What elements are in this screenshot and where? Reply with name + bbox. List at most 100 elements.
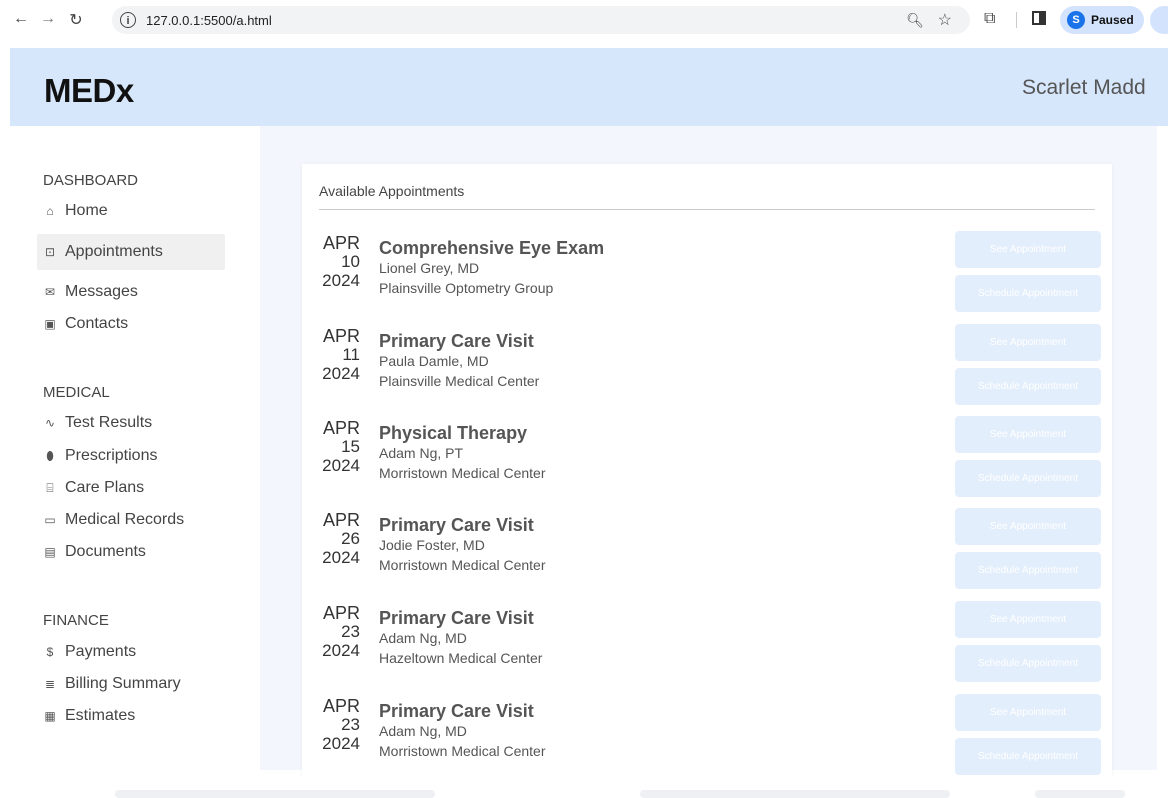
- date-year: 2024: [322, 364, 360, 383]
- appointment-date: APR 11 2024: [310, 326, 360, 384]
- appointment-row: APR 10 2024 Comprehensive Eye Exam Lione…: [302, 231, 1112, 323]
- sidebar-item-test-results[interactable]: ∿ Test Results: [43, 414, 152, 432]
- page-gutter: [1157, 126, 1168, 770]
- toolbar-divider: [1016, 12, 1017, 28]
- browser-menu-button[interactable]: [1150, 6, 1168, 34]
- pulse-icon: ∿: [44, 416, 56, 430]
- appointment-title: Comprehensive Eye Exam: [379, 238, 605, 258]
- sidebar-item-label: Payments: [65, 643, 137, 660]
- page-footer: [10, 776, 1168, 798]
- schedule-appointment-button[interactable]: Schedule Appointment: [955, 460, 1101, 497]
- appointment-title: Primary Care Visit: [379, 331, 534, 351]
- date-year: 2024: [322, 734, 360, 753]
- appointment-title: Physical Therapy: [379, 423, 528, 443]
- schedule-appointment-button[interactable]: Schedule Appointment: [955, 738, 1101, 775]
- see-appointment-button[interactable]: See Appointment: [955, 694, 1101, 731]
- date-day: 23: [341, 715, 360, 734]
- pill-icon: ⬮: [46, 448, 54, 463]
- appointment-location: Plainsville Medical Center: [379, 373, 540, 389]
- home-icon: ⌂: [46, 204, 54, 218]
- appointment-location: Morristown Medical Center: [379, 743, 546, 759]
- card-divider: [319, 209, 1095, 210]
- schedule-appointment-button[interactable]: Schedule Appointment: [955, 645, 1101, 682]
- sidebar-item-care-plans[interactable]: ⌸ Care Plans: [43, 479, 144, 497]
- sidebar-item-documents[interactable]: ▤ Documents: [43, 543, 146, 561]
- sidebar-item-messages[interactable]: ✉ Messages: [43, 283, 138, 301]
- appointment-date: APR 10 2024: [310, 233, 360, 291]
- sidebar-item-payments[interactable]: $ Payments: [43, 643, 136, 661]
- date-month: APR: [322, 510, 360, 530]
- appointment-location: Hazeltown Medical Center: [379, 650, 543, 666]
- sidebar-item-label: Appointments: [65, 243, 163, 260]
- schedule-appointment-button[interactable]: Schedule Appointment: [955, 368, 1101, 405]
- appointment-row: APR 23 2024 Primary Care Visit Adam Ng, …: [302, 694, 1112, 786]
- folder-icon: ▭: [44, 513, 56, 527]
- address-url[interactable]: 127.0.0.1:5500/a.html: [146, 13, 272, 28]
- user-name[interactable]: Scarlet Madd: [1022, 76, 1146, 100]
- sidebar-item-label: Billing Summary: [65, 675, 181, 692]
- appointment-doctor: Adam Ng, MD: [379, 723, 467, 739]
- sidebar-item-label: Medical Records: [65, 511, 185, 528]
- appointment-title: Primary Care Visit: [379, 701, 534, 721]
- date-month: APR: [322, 418, 360, 438]
- profile-avatar: S: [1067, 11, 1085, 29]
- sidebar-item-medical-records[interactable]: ▭ Medical Records: [43, 511, 184, 529]
- app-header: MEDx Scarlet Madd: [10, 48, 1168, 126]
- back-arrow-icon[interactable]: ←: [10, 10, 32, 28]
- sidebar-item-appointments[interactable]: ⊡ Appointments: [37, 234, 225, 270]
- profile-status: Paused: [1091, 13, 1134, 27]
- zoom-icon[interactable]: 🔍︎: [906, 12, 924, 29]
- forward-arrow-icon[interactable]: →: [37, 10, 59, 28]
- sidebar-item-home[interactable]: ⌂ Home: [43, 202, 107, 220]
- appointment-doctor: Lionel Grey, MD: [379, 260, 480, 276]
- calendar-icon: ⊡: [44, 245, 56, 259]
- date-day: 11: [342, 345, 360, 364]
- see-appointment-button[interactable]: See Appointment: [955, 416, 1101, 453]
- appointment-date: APR 26 2024: [310, 510, 360, 568]
- see-appointment-button[interactable]: See Appointment: [955, 231, 1101, 268]
- document-icon: ▤: [44, 545, 56, 559]
- extensions-icon[interactable]: ⧉: [984, 10, 995, 28]
- address-bar[interactable]: i 127.0.0.1:5500/a.html 🔍︎ ☆: [112, 6, 970, 34]
- sidebar-item-estimates[interactable]: ▦ Estimates: [43, 707, 135, 725]
- schedule-appointment-button[interactable]: Schedule Appointment: [955, 552, 1101, 589]
- date-month: APR: [322, 696, 360, 716]
- see-appointment-button[interactable]: See Appointment: [955, 324, 1101, 361]
- calculator-icon: ▦: [44, 709, 56, 723]
- schedule-appointment-button[interactable]: Schedule Appointment: [955, 275, 1101, 312]
- footer-bar: [1035, 790, 1125, 798]
- date-day: 15: [341, 437, 360, 456]
- profile-button[interactable]: S Paused: [1060, 6, 1144, 34]
- footer-bar: [115, 790, 435, 798]
- reload-icon[interactable]: ↻: [65, 10, 87, 30]
- sidebar-item-label: Care Plans: [65, 479, 145, 496]
- bookmark-star-icon[interactable]: ☆: [938, 10, 952, 30]
- main-content: Available Appointments APR 10 2024 Compr…: [260, 126, 1157, 784]
- date-month: APR: [322, 326, 360, 346]
- appointment-location: Morristown Medical Center: [379, 557, 546, 573]
- see-appointment-button[interactable]: See Appointment: [955, 508, 1101, 545]
- side-panel-icon[interactable]: [1032, 11, 1046, 25]
- sidebar-item-billing-summary[interactable]: ≣ Billing Summary: [43, 675, 181, 693]
- sidebar: DASHBOARD ⌂ Home ⊡ Appointments ✉ Messag…: [10, 126, 260, 770]
- date-month: APR: [322, 233, 360, 253]
- app-logo[interactable]: MEDx: [44, 72, 134, 110]
- dollar-icon: $: [46, 645, 54, 659]
- appointment-date: APR 23 2024: [310, 696, 360, 754]
- sidebar-section-dashboard: DASHBOARD: [43, 172, 139, 189]
- appointment-title: Primary Care Visit: [379, 515, 534, 535]
- date-day: 26: [341, 529, 360, 548]
- sidebar-item-contacts[interactable]: ▣ Contacts: [43, 315, 128, 333]
- sidebar-item-label: Documents: [65, 543, 146, 560]
- sidebar-section-medical: MEDICAL: [43, 384, 110, 401]
- site-info-icon[interactable]: i: [120, 12, 136, 28]
- hospital-icon: ⌸: [46, 480, 54, 495]
- sidebar-item-prescriptions[interactable]: ⬮ Prescriptions: [43, 447, 157, 465]
- browser-toolbar: ← → ↻ i 127.0.0.1:5500/a.html 🔍︎ ☆ ⧉ S P…: [0, 0, 1168, 40]
- sidebar-item-label: Prescriptions: [65, 447, 158, 464]
- see-appointment-button[interactable]: See Appointment: [955, 601, 1101, 638]
- list-icon: ≣: [44, 677, 56, 691]
- mail-icon: ✉: [44, 285, 56, 299]
- appointment-doctor: Adam Ng, PT: [379, 445, 464, 461]
- footer-bar: [640, 790, 950, 798]
